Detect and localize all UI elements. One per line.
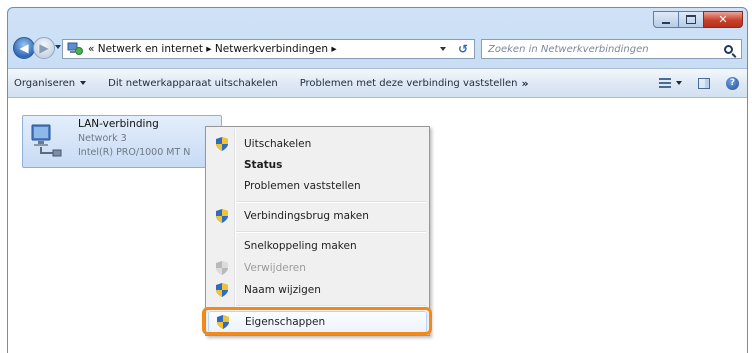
menu-item-problemen-vaststellen[interactable]: Problemen vaststellen bbox=[208, 175, 427, 197]
menu-item-verwijderen: Verwijderen bbox=[208, 257, 427, 279]
uac-shield-icon bbox=[216, 283, 228, 297]
menu-item-label: Eigenschappen bbox=[245, 316, 326, 328]
context-menu: Uitschakelen Status Problemen vaststelle… bbox=[205, 126, 430, 336]
close-button[interactable]: ✕ bbox=[703, 11, 743, 28]
menu-item-status[interactable]: Status bbox=[208, 154, 427, 176]
menu-item-label: Uitschakelen bbox=[244, 138, 312, 150]
preview-pane-button[interactable] bbox=[698, 77, 710, 89]
menu-item-naam-wijzigen[interactable]: Naam wijzigen bbox=[208, 279, 427, 301]
maximize-icon bbox=[686, 15, 696, 24]
network-adapter-icon bbox=[29, 123, 63, 161]
search-icon[interactable] bbox=[724, 44, 733, 54]
menu-item-uitschakelen[interactable]: Uitschakelen bbox=[208, 133, 427, 155]
menu-item-label: Problemen vaststellen bbox=[244, 180, 361, 192]
address-bar[interactable]: « Netwerk en internet ▸ Netwerkverbindin… bbox=[62, 39, 475, 59]
maximize-button[interactable] bbox=[678, 11, 704, 28]
refresh-icon[interactable]: ↺ bbox=[458, 42, 468, 56]
back-button[interactable]: ◀ bbox=[13, 37, 35, 59]
toolbar-right-group: ? bbox=[643, 76, 739, 90]
change-view-button[interactable] bbox=[659, 78, 682, 88]
caption-buttons: ✕ bbox=[653, 11, 743, 28]
search-box[interactable]: Zoeken in Netwerkverbindingen bbox=[481, 39, 742, 59]
uac-shield-icon bbox=[216, 137, 228, 151]
navigation-row: ◀ ▶ « Netwerk en internet ▸ Netwerkverbi… bbox=[8, 36, 747, 62]
views-icon bbox=[659, 78, 671, 88]
disable-device-button[interactable]: Dit netwerkapparaat uitschakelen bbox=[102, 78, 284, 89]
disable-device-label: Dit netwerkapparaat uitschakelen bbox=[108, 77, 278, 89]
menu-item-label: Snelkoppeling maken bbox=[244, 240, 357, 252]
connection-tile[interactable]: LAN-verbinding Network 3 Intel(R) PRO/10… bbox=[22, 115, 222, 168]
address-dropdown-icon[interactable] bbox=[440, 47, 446, 51]
menu-item-snelkoppeling-maken[interactable]: Snelkoppeling maken bbox=[208, 235, 427, 257]
chevron-down-icon bbox=[80, 81, 87, 85]
menu-item-label: Verbindingsbrug maken bbox=[244, 210, 369, 222]
search-placeholder[interactable]: Zoeken in Netwerkverbindingen bbox=[488, 44, 724, 55]
menu-item-label: Verwijderen bbox=[244, 262, 306, 274]
uac-shield-icon bbox=[216, 261, 228, 275]
menu-item-verbindingsbrug-maken[interactable]: Verbindingsbrug maken bbox=[208, 205, 427, 227]
uac-shield-icon bbox=[216, 209, 228, 223]
connection-network: Network 3 bbox=[78, 133, 127, 144]
menu-item-label: Naam wijzigen bbox=[244, 284, 321, 296]
back-arrow-icon: ◀ bbox=[19, 41, 29, 55]
menu-item-label: Status bbox=[244, 159, 283, 171]
close-icon: ✕ bbox=[718, 13, 728, 26]
recent-pages-dropdown[interactable] bbox=[55, 45, 61, 49]
diagnose-connection-button[interactable]: Problemen met deze verbinding vaststelle… bbox=[294, 77, 535, 90]
chevron-down-icon bbox=[676, 81, 682, 85]
minimize-button[interactable] bbox=[653, 11, 679, 28]
address-path[interactable]: « Netwerk en internet ▸ Netwerkverbindin… bbox=[88, 43, 337, 55]
help-button[interactable]: ? bbox=[726, 76, 739, 90]
menu-item-eigenschappen[interactable]: Eigenschappen bbox=[208, 311, 427, 333]
connection-name: LAN-verbinding bbox=[78, 118, 159, 130]
menu-separator bbox=[236, 305, 426, 307]
more-commands-icon[interactable]: » bbox=[521, 77, 528, 90]
organize-button[interactable]: Organiseren bbox=[8, 78, 92, 89]
network-folder-icon bbox=[67, 42, 83, 56]
forward-arrow-icon: ▶ bbox=[39, 41, 49, 55]
menu-separator bbox=[236, 201, 426, 203]
command-toolbar: Organiseren Dit netwerkapparaat uitschak… bbox=[8, 68, 747, 98]
preview-pane-icon bbox=[698, 77, 710, 89]
forward-button[interactable]: ▶ bbox=[33, 37, 55, 59]
help-icon: ? bbox=[726, 76, 739, 90]
uac-shield-icon bbox=[217, 315, 229, 329]
diagnose-connection-label: Problemen met deze verbinding vaststelle… bbox=[299, 77, 518, 89]
organize-label: Organiseren bbox=[14, 77, 76, 89]
minimize-icon bbox=[662, 21, 670, 24]
menu-separator bbox=[236, 231, 426, 233]
connection-adapter: Intel(R) PRO/1000 MT N bbox=[78, 147, 191, 158]
